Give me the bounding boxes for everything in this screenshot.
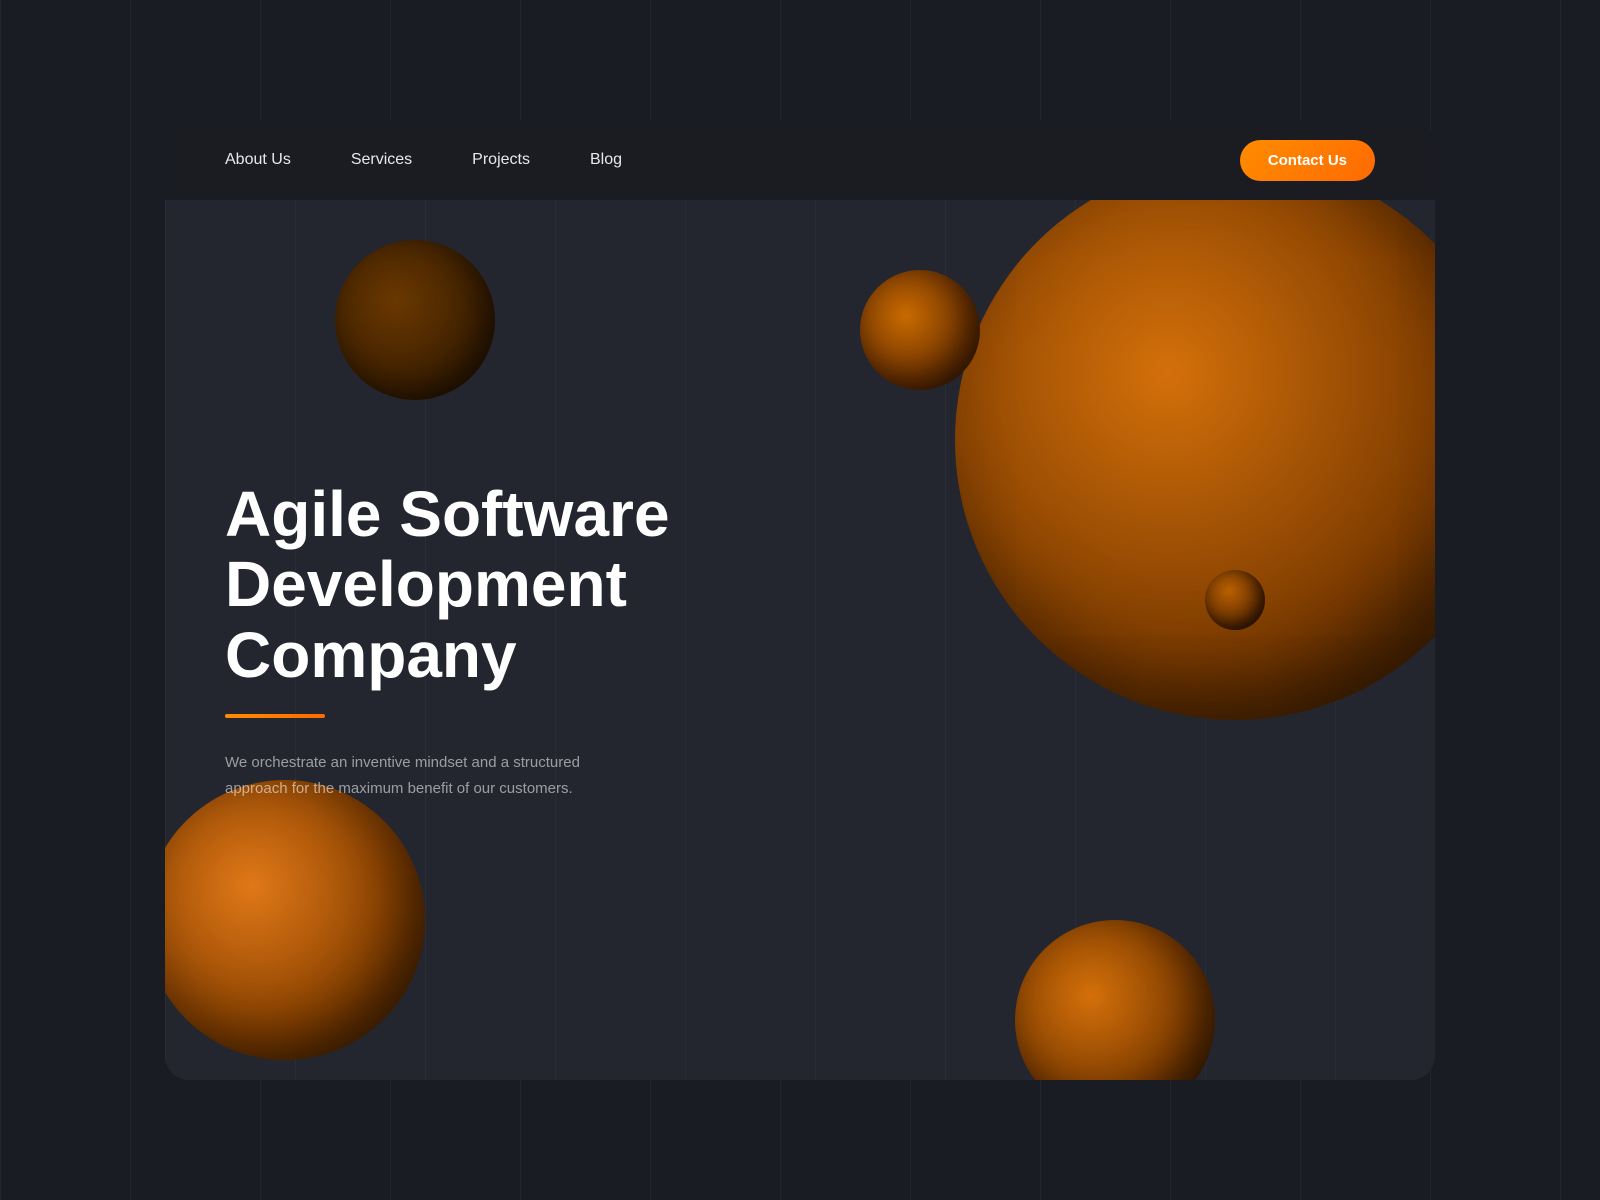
nav-blog[interactable]: Blog [590, 151, 622, 169]
nav-projects[interactable]: Projects [472, 151, 530, 169]
nav-services[interactable]: Services [351, 151, 412, 169]
hero-divider [225, 714, 325, 718]
hero-title-line1: Agile Software [225, 478, 670, 550]
main-card: About Us Services Projects Blog Contact … [165, 120, 1435, 1080]
hero-section: Agile Software Development Company We or… [165, 200, 1435, 1080]
hero-subtitle: We orchestrate an inventive mindset and … [225, 750, 645, 801]
nav-links: About Us Services Projects Blog [225, 151, 1240, 169]
nav-about-us[interactable]: About Us [225, 151, 291, 169]
hero-title-line2: Development Company [225, 548, 627, 690]
outer-wrapper: About Us Services Projects Blog Contact … [165, 120, 1435, 1080]
contact-us-button[interactable]: Contact Us [1240, 140, 1375, 181]
hero-text: Agile Software Development Company We or… [225, 479, 775, 801]
hero-title: Agile Software Development Company [225, 479, 775, 690]
navbar: About Us Services Projects Blog Contact … [165, 120, 1435, 200]
